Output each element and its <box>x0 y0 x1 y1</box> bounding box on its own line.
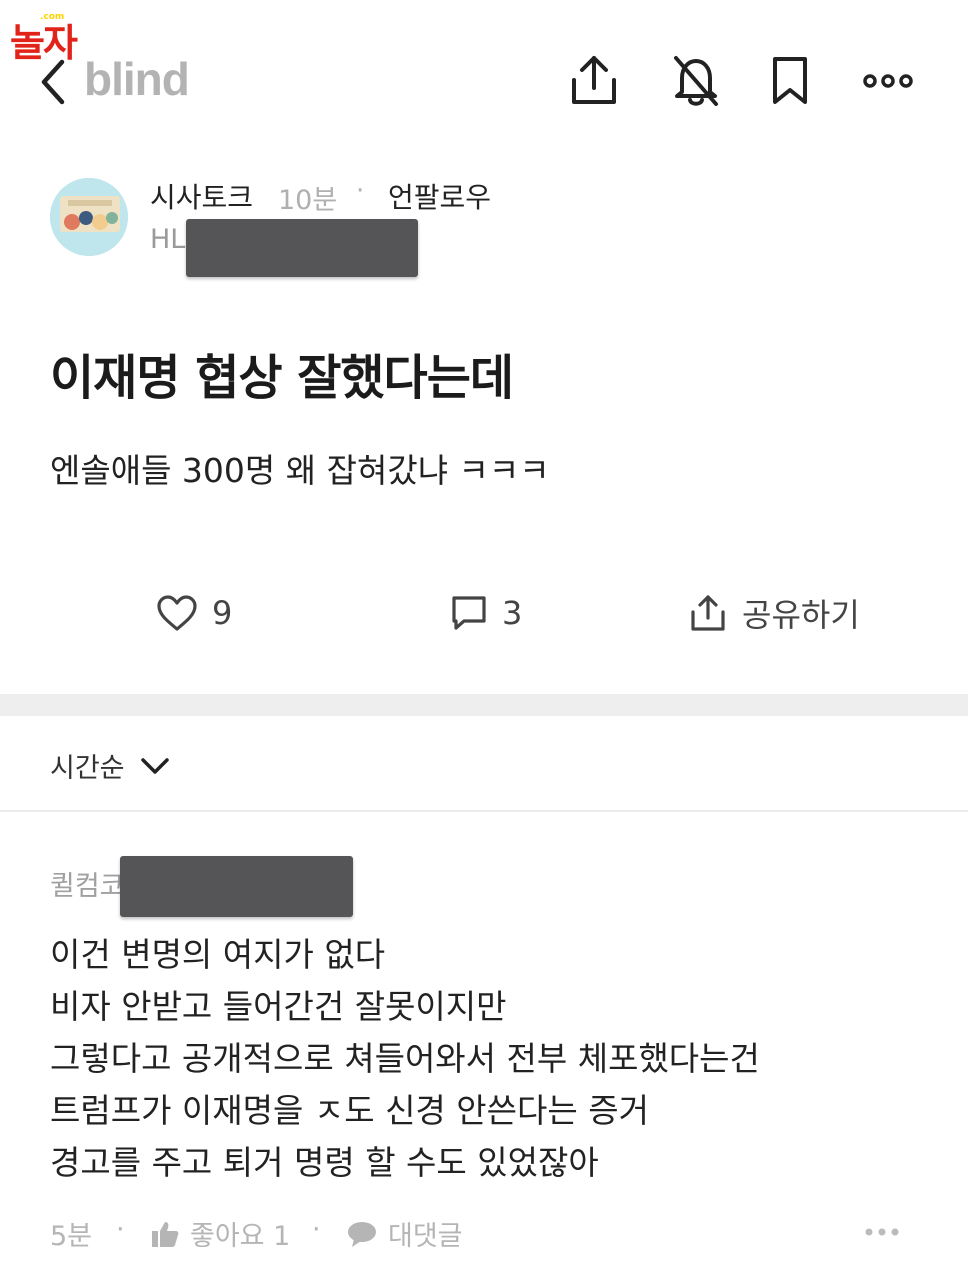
meta-separator: · <box>356 176 365 206</box>
bookmark-icon <box>773 57 807 104</box>
comment-time: 5분 <box>50 1221 93 1252</box>
reply-label: 대댓글 <box>388 1221 463 1252</box>
section-divider <box>0 694 968 716</box>
chevron-left-icon <box>41 59 65 105</box>
more-icon <box>863 74 913 88</box>
comment-author: 퀼컴코 <box>50 871 125 902</box>
channel-name[interactable]: 시사토크 <box>150 176 253 216</box>
bell-off-icon <box>674 56 718 106</box>
divider <box>0 810 968 812</box>
share-label: 공유하기 <box>742 596 860 634</box>
post-body: 엔솔애들 300명 왜 잡혀갔냐 ㅋㅋㅋ <box>50 451 550 490</box>
comment-line: 그렇다고 공개적으로 쳐들어와서 전부 체포했다는건 <box>50 1039 760 1078</box>
post-time: 10분 <box>278 185 338 216</box>
comment-count: 3 <box>502 594 523 632</box>
comment-more-button[interactable] <box>862 1220 902 1248</box>
heart-icon <box>157 595 197 631</box>
more-button[interactable] <box>860 52 916 110</box>
comment-icon <box>452 596 486 630</box>
sort-label: 시간순 <box>50 753 125 784</box>
speech-bubble-icon <box>348 1221 376 1247</box>
share-icon <box>572 56 616 104</box>
comment-line: 비자 안받고 들어간건 잘못이지만 <box>50 987 507 1026</box>
channel-avatar[interactable] <box>50 178 128 256</box>
share-post-button[interactable]: 공유하기 <box>688 588 860 638</box>
comment-like-button[interactable]: 좋아요 1 <box>150 1214 290 1253</box>
company-name[interactable]: 언팔로우 <box>388 176 491 216</box>
thumbs-up-icon <box>152 1221 179 1247</box>
like-button[interactable]: 9 <box>156 588 232 638</box>
back-button[interactable] <box>34 54 74 110</box>
comment-line: 트럼프가 이재명을 ㅈ도 신경 안쓴다는 증거 <box>50 1091 649 1130</box>
app-logo: blind <box>84 53 190 105</box>
meta-separator: · <box>116 1214 125 1245</box>
reply-button[interactable]: 대댓글 <box>346 1214 463 1253</box>
more-icon <box>865 1228 899 1236</box>
share-icon <box>691 595 725 631</box>
share-button[interactable] <box>566 52 622 110</box>
avatar-image <box>50 178 128 256</box>
post-title: 이재명 협상 잘했다는데 <box>50 350 514 406</box>
redaction-block <box>120 856 353 917</box>
redaction-block <box>186 219 418 277</box>
comment-line: 이건 변명의 여지가 없다 <box>50 935 386 974</box>
author-nickname: HL <box>150 224 186 255</box>
watermark-small-text: .com <box>40 12 65 22</box>
bookmark-button[interactable] <box>762 52 818 110</box>
like-count: 9 <box>212 594 233 632</box>
comment-button[interactable]: 3 <box>450 588 522 638</box>
comment-line: 경고를 주고 퇴거 명령 할 수도 있었잖아 <box>50 1143 599 1182</box>
chevron-down-icon <box>140 757 169 774</box>
notification-off-button[interactable] <box>668 52 724 110</box>
meta-separator: · <box>312 1214 321 1245</box>
sort-dropdown[interactable]: 시간순 <box>50 746 173 785</box>
comment-like-label: 좋아요 1 <box>190 1221 291 1252</box>
